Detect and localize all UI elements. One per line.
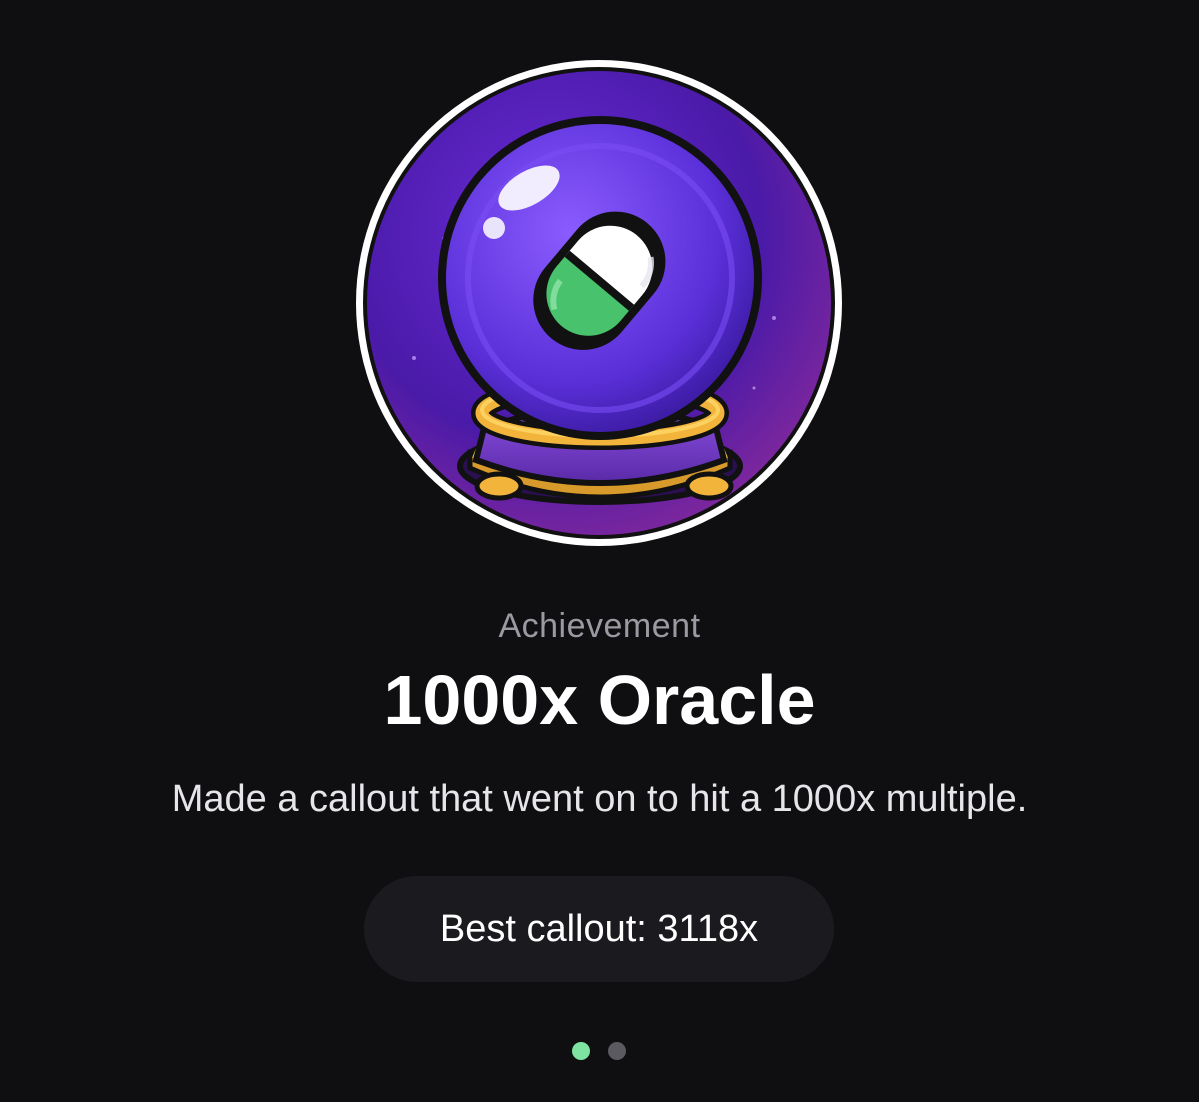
best-callout-text: Best callout: 3118x bbox=[439, 907, 759, 950]
achievement-badge bbox=[354, 58, 844, 548]
page-dot-1[interactable] bbox=[572, 1042, 590, 1060]
achievement-category-label: Achievement bbox=[498, 607, 701, 645]
crystal-ball-pill-icon bbox=[356, 60, 842, 546]
pagination-dots bbox=[572, 1042, 626, 1060]
achievement-description: Made a callout that went on to hit a 100… bbox=[171, 778, 1028, 820]
best-callout-badge: Best callout: 3118x bbox=[364, 876, 834, 982]
achievement-title: 1000x Oracle bbox=[383, 661, 816, 739]
page-dot-2[interactable] bbox=[608, 1042, 626, 1060]
